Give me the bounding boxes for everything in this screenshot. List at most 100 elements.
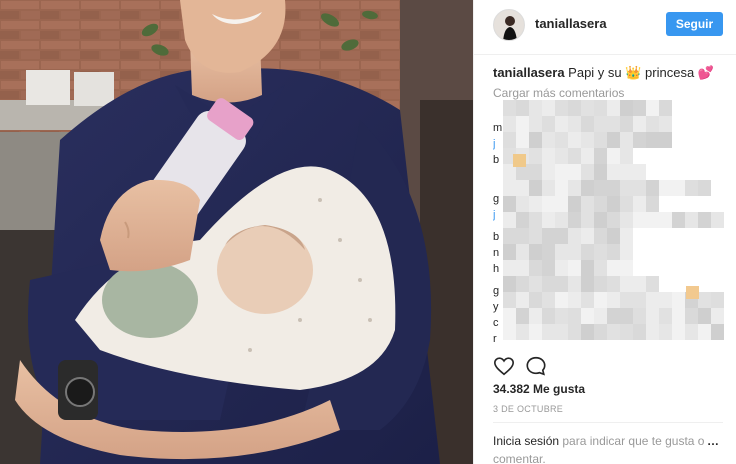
pixel-block bbox=[503, 308, 516, 324]
pixel-block bbox=[633, 100, 646, 116]
pixel-block bbox=[503, 244, 516, 260]
pixel-block bbox=[620, 244, 633, 260]
pixel-block bbox=[686, 286, 699, 299]
caption: taniallasera Papi y su 👑 princesa 💕 bbox=[493, 64, 723, 82]
pixel-block bbox=[542, 116, 555, 132]
pixel-block bbox=[568, 100, 581, 116]
pixel-block bbox=[529, 132, 542, 148]
comment-initial: h bbox=[493, 263, 500, 275]
pixel-block bbox=[620, 276, 633, 292]
load-more-comments[interactable]: Cargar más comentarios bbox=[493, 86, 624, 100]
pixel-block bbox=[607, 260, 620, 276]
pixel-block bbox=[620, 116, 633, 132]
pixel-block bbox=[607, 324, 620, 340]
pixel-block bbox=[646, 100, 659, 116]
pixel-block bbox=[659, 132, 672, 148]
pixel-block bbox=[568, 132, 581, 148]
pixel-block bbox=[503, 196, 516, 212]
pixel-block bbox=[646, 116, 659, 132]
pixel-block bbox=[672, 292, 685, 308]
caption-username[interactable]: taniallasera bbox=[493, 65, 565, 80]
comment-initial: c bbox=[493, 317, 499, 329]
pixel-block bbox=[607, 148, 620, 164]
pixel-block bbox=[581, 276, 594, 292]
pixel-block bbox=[607, 228, 620, 244]
pixel-block bbox=[568, 212, 581, 228]
more-options-icon[interactable]: … bbox=[707, 434, 720, 448]
pixel-block bbox=[607, 292, 620, 308]
pixel-block bbox=[672, 308, 685, 324]
pixel-block bbox=[542, 132, 555, 148]
post-date[interactable]: 3 DE OCTUBRE bbox=[493, 404, 563, 414]
pixel-block bbox=[607, 116, 620, 132]
pixel-block bbox=[581, 148, 594, 164]
pixel-block bbox=[542, 164, 555, 180]
pixel-block bbox=[542, 308, 555, 324]
pixel-block bbox=[633, 180, 646, 196]
pixel-block bbox=[516, 180, 529, 196]
action-bar bbox=[493, 355, 723, 381]
heart-icon[interactable] bbox=[493, 355, 515, 377]
pixel-block bbox=[594, 164, 607, 180]
comment-initial: j bbox=[493, 209, 496, 221]
pixel-block bbox=[594, 148, 607, 164]
pixel-block bbox=[607, 196, 620, 212]
pixel-block bbox=[659, 100, 672, 116]
follow-button[interactable]: Seguir bbox=[666, 12, 723, 36]
pixel-block bbox=[646, 292, 659, 308]
pixel-block bbox=[659, 292, 672, 308]
pixel-block bbox=[607, 276, 620, 292]
username[interactable]: taniallasera bbox=[535, 16, 607, 31]
comment-initial: b bbox=[493, 154, 500, 166]
pixel-block bbox=[594, 292, 607, 308]
pixel-block bbox=[555, 148, 568, 164]
pixel-block bbox=[698, 212, 711, 228]
pixel-block bbox=[594, 100, 607, 116]
pixel-block bbox=[607, 180, 620, 196]
pixel-block bbox=[516, 196, 529, 212]
photo-illustration bbox=[0, 0, 473, 464]
comment-initial: m bbox=[493, 122, 503, 134]
pixel-block bbox=[503, 260, 516, 276]
post-photo[interactable] bbox=[0, 0, 473, 464]
pixel-block bbox=[568, 180, 581, 196]
pixel-block bbox=[633, 292, 646, 308]
pixel-block bbox=[620, 260, 633, 276]
pixel-block bbox=[568, 292, 581, 308]
login-link[interactable]: Inicia sesión bbox=[493, 434, 559, 448]
pixel-block bbox=[542, 180, 555, 196]
pixel-block bbox=[646, 212, 659, 228]
pixel-block bbox=[529, 308, 542, 324]
pixel-block bbox=[607, 164, 620, 180]
pixel-block bbox=[516, 324, 529, 340]
post-header: taniallasera Seguir bbox=[474, 0, 736, 55]
pixel-block bbox=[581, 100, 594, 116]
pixel-block bbox=[581, 324, 594, 340]
pixel-block bbox=[633, 324, 646, 340]
pixel-block bbox=[555, 292, 568, 308]
pixel-block bbox=[568, 308, 581, 324]
pixel-block bbox=[698, 180, 711, 196]
pixel-block bbox=[555, 260, 568, 276]
pixel-block bbox=[503, 292, 516, 308]
comment-bubble-icon[interactable] bbox=[525, 355, 547, 377]
pixel-block bbox=[581, 180, 594, 196]
pixel-block bbox=[685, 212, 698, 228]
pixelated-comments bbox=[503, 100, 725, 348]
pixel-block bbox=[594, 308, 607, 324]
pixel-block bbox=[659, 116, 672, 132]
pixel-block bbox=[659, 212, 672, 228]
pixel-block bbox=[516, 260, 529, 276]
pixel-block bbox=[581, 212, 594, 228]
pixel-block bbox=[581, 132, 594, 148]
pixel-block bbox=[529, 164, 542, 180]
like-count[interactable]: 34.382 Me gusta bbox=[493, 382, 585, 396]
comment-initial: b bbox=[493, 231, 500, 243]
avatar[interactable] bbox=[493, 9, 525, 41]
pixel-block bbox=[672, 180, 685, 196]
pixel-block bbox=[711, 324, 724, 340]
pixel-block bbox=[529, 260, 542, 276]
pixel-block bbox=[581, 308, 594, 324]
pixel-block bbox=[542, 228, 555, 244]
pixel-block bbox=[503, 132, 516, 148]
